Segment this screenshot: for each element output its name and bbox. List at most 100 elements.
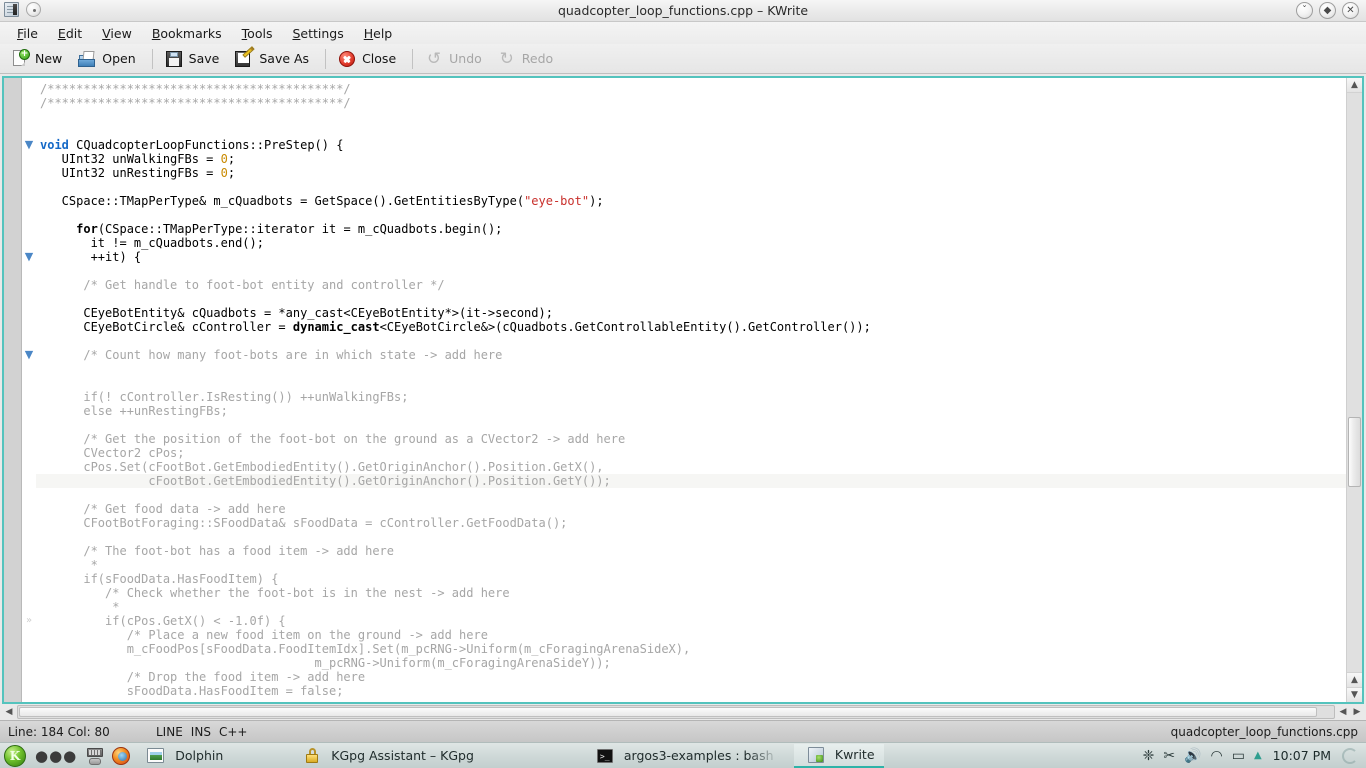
code-line[interactable]: /* The foot-bot has a food item -> add h… xyxy=(36,544,1346,558)
show-hidden-icon[interactable]: ▲ xyxy=(1254,750,1262,761)
code-line[interactable]: it != m_cQuadbots.end(); xyxy=(36,236,1346,250)
code-line[interactable]: /* Check whether the foot-bot is in the … xyxy=(36,586,1346,600)
code-line[interactable] xyxy=(36,208,1346,222)
scroll-right-arrow-1[interactable]: ◀ xyxy=(1336,705,1350,719)
task-konsole[interactable]: argos3-examples : bash – Kon xyxy=(583,744,788,768)
code-text-area[interactable]: /***************************************… xyxy=(36,78,1346,702)
task-dolphin[interactable]: Dolphin xyxy=(134,744,232,768)
devices-icon[interactable] xyxy=(85,746,105,766)
code-line[interactable]: CSpace::TMapPerType& m_cQuadbots = GetSp… xyxy=(36,194,1346,208)
battery-icon[interactable]: ▭ xyxy=(1232,749,1245,763)
code-line[interactable] xyxy=(36,124,1346,138)
window-menu-icon[interactable] xyxy=(26,2,43,19)
code-line[interactable]: cPos.Set(cFootBot.GetEmbodiedEntity().Ge… xyxy=(36,460,1346,474)
fold-triangle-icon[interactable]: ▼ xyxy=(23,251,35,263)
task-kwrite[interactable]: Kwrite xyxy=(793,743,884,768)
new-button[interactable]: + New xyxy=(6,46,71,72)
code-line[interactable]: if(cPos.GetX() < -1.0f) { xyxy=(36,614,1346,628)
status-insert-mode[interactable]: INS xyxy=(191,725,211,739)
code-folding-border[interactable]: ▼ ▼ ▼ » xyxy=(22,78,36,702)
fold-triangle-icon[interactable]: ▼ xyxy=(23,349,35,361)
menu-edit[interactable]: Edit xyxy=(49,24,91,43)
scroll-right-arrow-2[interactable]: ▶ xyxy=(1350,705,1364,719)
close-document-button[interactable]: Close xyxy=(333,46,405,72)
volume-icon[interactable]: 🔊 xyxy=(1184,749,1201,763)
code-line[interactable]: /***************************************… xyxy=(36,96,1346,110)
code-line[interactable]: void CQuadcopterLoopFunctions::PreStep()… xyxy=(36,138,1346,152)
code-line[interactable] xyxy=(36,264,1346,278)
status-highlight-mode[interactable]: C++ xyxy=(219,725,248,739)
scroll-left-arrow[interactable]: ◀ xyxy=(2,705,16,719)
code-line[interactable]: for(CSpace::TMapPerType::iterator it = m… xyxy=(36,222,1346,236)
menu-settings[interactable]: Settings xyxy=(283,24,352,43)
status-selection-mode[interactable]: LINE xyxy=(156,725,183,739)
system-tray: ❈ ✂ 🔊 ◠ ▭ ▲ 10:07 PM xyxy=(1143,747,1364,764)
network-wifi-icon[interactable]: ◠ xyxy=(1211,749,1223,763)
code-line[interactable] xyxy=(36,292,1346,306)
code-line[interactable] xyxy=(36,418,1346,432)
code-line[interactable]: cFootBot.GetEmbodiedEntity().GetOriginAn… xyxy=(36,474,1346,488)
fold-quote-icon[interactable]: » xyxy=(23,615,35,627)
code-line[interactable]: /* Place a new food item on the ground -… xyxy=(36,628,1346,642)
code-line[interactable]: ++it) { xyxy=(36,250,1346,264)
dropbox-icon[interactable]: ❈ xyxy=(1143,749,1155,763)
code-line[interactable] xyxy=(36,362,1346,376)
code-line[interactable]: if(sFoodData.HasFoodItem) { xyxy=(36,572,1346,586)
firefox-icon[interactable] xyxy=(111,746,131,766)
code-line[interactable]: UInt32 unWalkingFBs = 0; xyxy=(36,152,1346,166)
horizontal-scroll-track[interactable] xyxy=(17,705,1335,719)
scroll-down-arrow-2[interactable]: ▼ xyxy=(1347,687,1362,702)
app-dots-icon[interactable]: ●●● xyxy=(30,747,82,765)
code-line[interactable]: * xyxy=(36,558,1346,572)
menu-help[interactable]: Help xyxy=(355,24,402,43)
close-button[interactable]: ✕ xyxy=(1342,2,1359,19)
code-line[interactable] xyxy=(36,110,1346,124)
code-line[interactable]: if(! cController.IsResting()) ++unWalkin… xyxy=(36,390,1346,404)
icon-border[interactable] xyxy=(4,78,22,702)
code-line[interactable]: CEyeBotEntity& cQuadbots = *any_cast<CEy… xyxy=(36,306,1346,320)
code-line[interactable]: UInt32 unRestingFBs = 0; xyxy=(36,166,1346,180)
code-line[interactable]: m_pcRNG->Uniform(m_cForagingArenaSideY))… xyxy=(36,656,1346,670)
menu-bookmarks[interactable]: Bookmarks xyxy=(143,24,231,43)
code-line[interactable]: /* Get the position of the foot-bot on t… xyxy=(36,432,1346,446)
menu-view[interactable]: View xyxy=(93,24,141,43)
code-line[interactable] xyxy=(36,376,1346,390)
code-line[interactable] xyxy=(36,334,1346,348)
save-button[interactable]: Save xyxy=(160,46,229,72)
vertical-scroll-thumb[interactable] xyxy=(1348,417,1361,487)
code-line[interactable]: /* Get handle to foot-bot entity and con… xyxy=(36,278,1346,292)
task-kgpg[interactable]: KGpg Assistant – KGpg xyxy=(290,744,483,768)
klipper-icon[interactable]: ✂ xyxy=(1163,749,1175,763)
open-button[interactable]: Open xyxy=(73,46,144,72)
code-line[interactable]: CFootBotForaging::SFoodData& sFoodData =… xyxy=(36,516,1346,530)
horizontal-scrollbar[interactable]: ◀ ◀ ▶ xyxy=(2,704,1364,720)
application-launcher-button[interactable] xyxy=(4,744,26,767)
code-line[interactable]: CEyeBotCircle& cController = dynamic_cas… xyxy=(36,320,1346,334)
code-line[interactable] xyxy=(36,530,1346,544)
code-line[interactable]: else ++unRestingFBs; xyxy=(36,404,1346,418)
menu-tools[interactable]: Tools xyxy=(233,24,282,43)
save-as-button[interactable]: Save As xyxy=(230,45,318,72)
kwrite-icon[interactable] xyxy=(4,2,21,19)
code-line[interactable] xyxy=(36,180,1346,194)
menu-file[interactable]: File xyxy=(8,24,47,43)
maximize-button[interactable]: ◆ xyxy=(1319,2,1336,19)
refresh-icon[interactable] xyxy=(1342,747,1358,764)
code-line[interactable]: sFoodData.HasFoodItem = false; xyxy=(36,684,1346,698)
minimize-button[interactable]: ˇ xyxy=(1296,2,1313,19)
vertical-scroll-track[interactable] xyxy=(1347,93,1362,672)
code-line[interactable] xyxy=(36,488,1346,502)
scroll-down-arrow-1[interactable]: ▲ xyxy=(1347,672,1362,687)
scroll-up-arrow[interactable]: ▲ xyxy=(1347,78,1362,93)
vertical-scrollbar[interactable]: ▲ ▲ ▼ xyxy=(1346,78,1362,702)
horizontal-scroll-thumb[interactable] xyxy=(19,707,1317,717)
code-line[interactable]: /* Count how many foot-bots are in which… xyxy=(36,348,1346,362)
code-line[interactable]: /* Get food data -> add here xyxy=(36,502,1346,516)
code-line[interactable]: /***************************************… xyxy=(36,82,1346,96)
clock[interactable]: 10:07 PM xyxy=(1271,748,1333,763)
code-line[interactable]: CVector2 cPos; xyxy=(36,446,1346,460)
code-line[interactable]: /* Drop the food item -> add here xyxy=(36,670,1346,684)
code-line[interactable]: m_cFoodPos[sFoodData.FoodItemIdx].Set(m_… xyxy=(36,642,1346,656)
code-line[interactable]: * xyxy=(36,600,1346,614)
fold-triangle-icon[interactable]: ▼ xyxy=(23,139,35,151)
